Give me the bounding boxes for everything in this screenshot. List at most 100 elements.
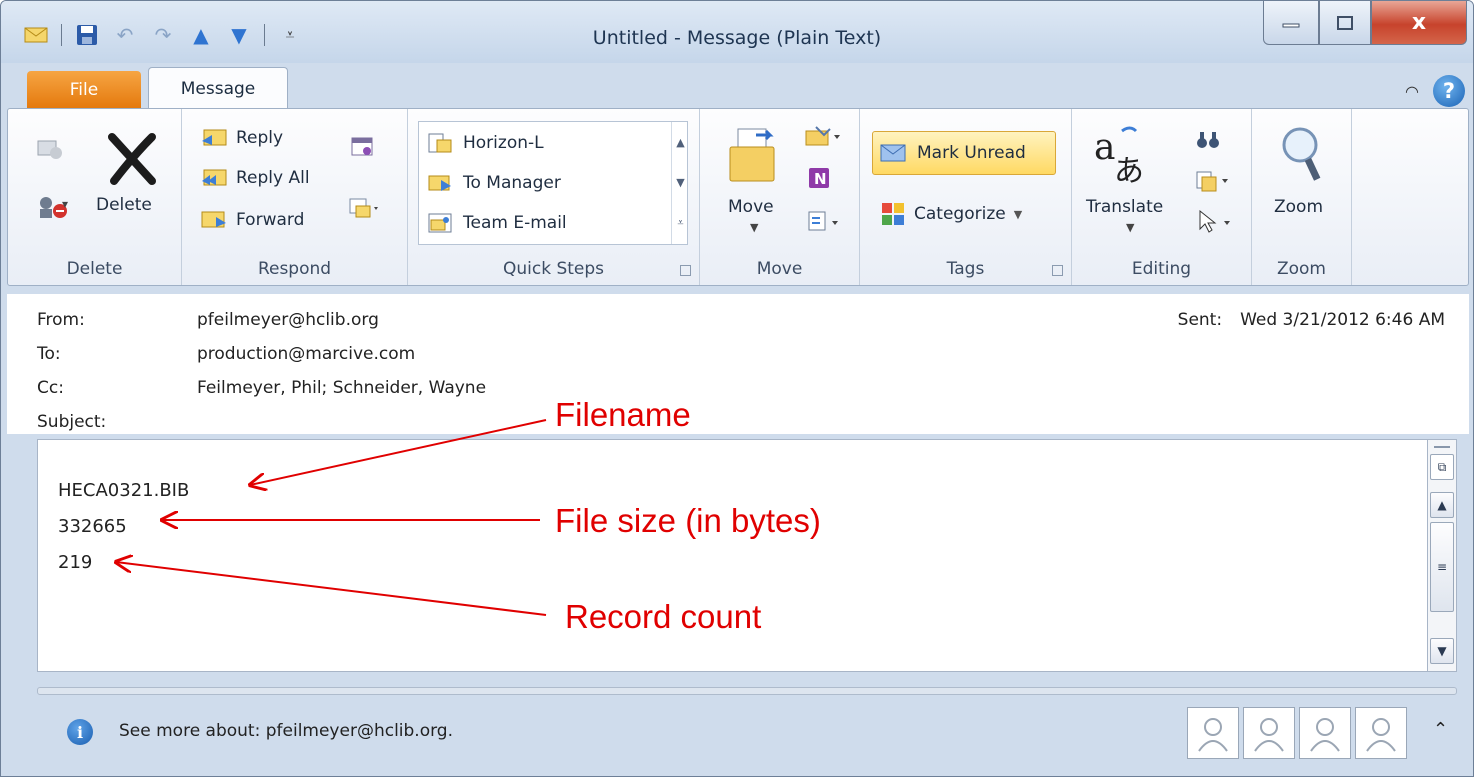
zoom-group: Zoom Zoom (1252, 109, 1352, 285)
quick-step-to-manager[interactable]: To Manager (427, 172, 561, 194)
body-line-filesize: 332665 (58, 516, 127, 537)
window-title: Untitled - Message (Plain Text) (592, 27, 882, 49)
tab-message[interactable]: Message (148, 67, 288, 110)
minimize-button[interactable] (1263, 1, 1319, 45)
avatar[interactable] (1243, 707, 1295, 759)
quick-steps-dialog-launcher[interactable] (680, 265, 691, 276)
cc-value[interactable]: Feilmeyer, Phil; Schneider, Wayne (197, 378, 486, 398)
tags-dialog-launcher[interactable] (1052, 265, 1063, 276)
quick-step-team-icon (427, 212, 453, 234)
expand-people-pane-icon[interactable]: ⌃ (1433, 719, 1448, 740)
reply-all-button[interactable]: Reply All (200, 167, 310, 189)
delete-group-label: Delete (66, 259, 123, 279)
svg-text:N: N (814, 170, 827, 188)
people-pane-splitter[interactable] (37, 687, 1457, 695)
respond-group: Reply Reply All Forward Respond (182, 109, 408, 285)
message-window: ↶ ↷ ▲ ▼ ⩡ Untitled - Message (Plain Text… (0, 0, 1474, 777)
quick-step-move-icon (427, 132, 453, 154)
mark-unread-icon (879, 142, 909, 164)
from-value[interactable]: pfeilmeyer@hclib.org (197, 310, 379, 330)
delete-button[interactable]: Delete (96, 195, 152, 215)
maximize-icon (1337, 15, 1353, 30)
close-icon: x (1411, 10, 1427, 35)
reply-all-icon (200, 167, 228, 189)
quick-step-horizon-l[interactable]: Horizon-L (427, 132, 544, 154)
scroll-up-button[interactable]: ▲ (1430, 492, 1454, 518)
record-count-annotation: Record count (565, 598, 762, 635)
move-group: Move ▼ N Move (700, 109, 860, 285)
person-icon (1198, 718, 1228, 752)
to-label: To: (37, 344, 61, 364)
subject-label: Subject: (37, 412, 107, 432)
maximize-button[interactable] (1319, 1, 1371, 45)
scroll-thumb[interactable]: ≡ (1430, 522, 1454, 612)
svg-text:あ: あ (1114, 154, 1144, 185)
minimize-ribbon-icon[interactable]: ◠ (1405, 82, 1419, 101)
delete-x-icon[interactable] (104, 129, 160, 189)
reply-button[interactable]: Reply (200, 127, 283, 149)
people-pane: i See more about: pfeilmeyer@hclib.org. … (1, 699, 1473, 776)
body-scrollbar[interactable]: ⧉ ▲ ≡ ▼ (1427, 439, 1457, 672)
quick-steps-scrollbar[interactable]: ▲ ▼ ⩡ (671, 122, 689, 244)
see-more-link[interactable]: See more about: pfeilmeyer@hclib.org. (119, 721, 453, 741)
quick-step-label: Horizon-L (463, 133, 544, 153)
scroll-down-icon[interactable]: ▼ (676, 176, 684, 189)
onenote-icon[interactable]: N (806, 165, 832, 191)
zoom-icon[interactable] (1278, 125, 1324, 185)
find-icon[interactable] (1196, 129, 1220, 151)
help-icon[interactable]: ? (1433, 75, 1465, 107)
quick-steps-group-label: Quick Steps (502, 259, 605, 279)
categorize-button[interactable]: Categorize ▼ (880, 201, 1022, 227)
tab-file[interactable]: File (27, 71, 141, 109)
translate-dropdown-icon[interactable]: ▼ (1126, 221, 1134, 234)
svg-text:a: a (1094, 127, 1115, 168)
avatar[interactable] (1355, 707, 1407, 759)
move-button[interactable]: Move (728, 197, 774, 217)
actions-icon[interactable] (806, 209, 846, 233)
sent-value: Wed 3/21/2012 6:46 AM (1240, 310, 1445, 330)
replace-icon[interactable] (1194, 169, 1234, 193)
junk-dropdown-icon[interactable]: ▾ (62, 197, 68, 211)
to-value[interactable]: production@marcive.com (197, 344, 415, 364)
scroll-up-icon[interactable]: ▲ (676, 136, 684, 149)
sent-info: Sent: Wed 3/21/2012 6:46 AM (1178, 310, 1445, 330)
filename-annotation: Filename (555, 396, 691, 433)
splitter-handle[interactable] (1434, 446, 1450, 448)
translate-icon[interactable]: aあ (1092, 123, 1150, 185)
translate-button[interactable]: Translate (1086, 197, 1163, 217)
gallery-more-icon[interactable]: ⩡ (677, 216, 683, 230)
info-icon: i (67, 719, 93, 745)
move-dropdown-icon[interactable]: ▼ (750, 221, 758, 234)
minimize-icon (1282, 23, 1300, 27)
zoom-button[interactable]: Zoom (1274, 197, 1323, 217)
forward-button[interactable]: Forward (200, 209, 304, 231)
title-bar: ↶ ↷ ▲ ▼ ⩡ Untitled - Message (Plain Text… (1, 1, 1473, 63)
mark-unread-button[interactable]: Mark Unread (872, 131, 1056, 175)
categorize-icon (880, 201, 906, 227)
file-size-annotation: File size (in bytes) (555, 502, 821, 539)
message-body[interactable]: HECA0321.BIB 332665 219 (37, 439, 1437, 672)
reply-all-label: Reply All (236, 168, 310, 188)
mark-unread-label: Mark Unread (917, 143, 1026, 163)
quick-step-team-email[interactable]: Team E-mail (427, 212, 567, 234)
ignore-icon[interactable] (36, 137, 64, 161)
quick-step-label: To Manager (463, 173, 561, 193)
select-icon[interactable] (1196, 209, 1236, 235)
rules-icon[interactable] (804, 125, 844, 147)
categorize-dropdown-icon: ▼ (1013, 207, 1023, 221)
quick-steps-group: Horizon-L To Manager Team E-mail ▲ ▼ ⩡ Q… (408, 109, 700, 285)
move-folder-icon[interactable] (726, 127, 780, 185)
meeting-icon[interactable] (350, 135, 374, 157)
close-button[interactable]: x (1371, 1, 1467, 45)
more-respond-icon[interactable] (348, 197, 382, 219)
view-options-icon[interactable]: ⧉ (1430, 454, 1454, 480)
avatar[interactable] (1299, 707, 1351, 759)
person-icon (1254, 718, 1284, 752)
quick-steps-gallery: Horizon-L To Manager Team E-mail ▲ ▼ ⩡ (418, 121, 688, 245)
sent-label: Sent: (1177, 310, 1223, 330)
help-area: ◠ ? (1405, 75, 1465, 107)
body-line-filename: HECA0321.BIB (58, 480, 190, 501)
avatar[interactable] (1187, 707, 1239, 759)
scroll-down-button[interactable]: ▼ (1430, 638, 1454, 664)
quick-step-label: Team E-mail (463, 213, 567, 233)
